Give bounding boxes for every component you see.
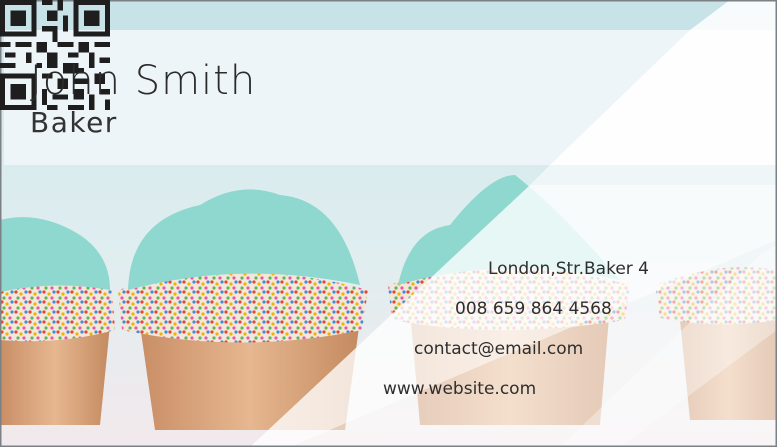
- business-card: John Smith Baker London,Str.Baker 4 008 …: [0, 0, 777, 447]
- person-name: John Smith: [30, 58, 257, 104]
- job-title: Baker: [30, 106, 118, 139]
- top-strip: [0, 0, 777, 30]
- address-text: London,Str.Baker 4: [488, 259, 649, 279]
- email-address: contact@email.com: [414, 339, 584, 359]
- phone-number: 008 659 864 4568: [455, 299, 612, 319]
- website-url: www.website.com: [383, 379, 537, 399]
